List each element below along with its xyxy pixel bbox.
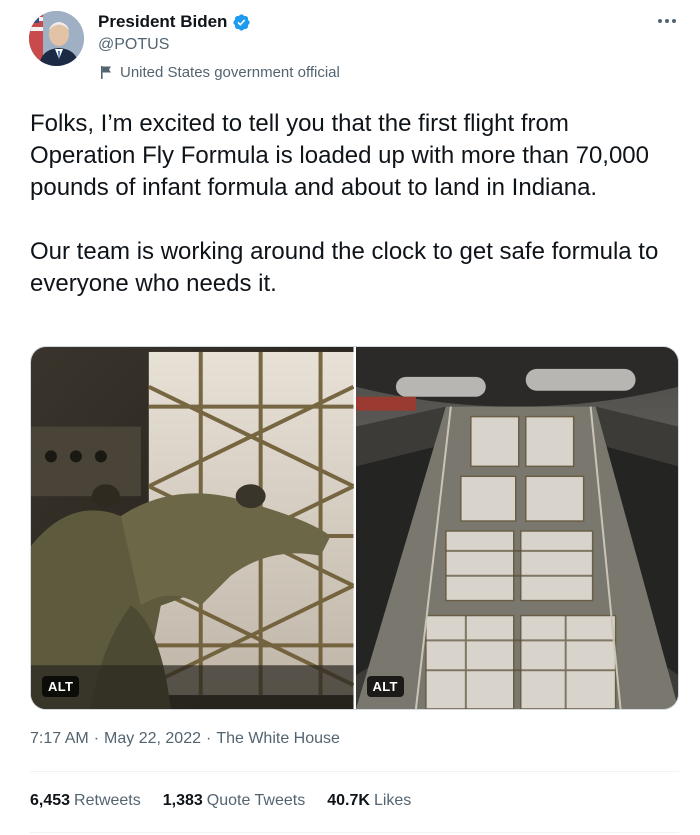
photo-image	[355, 347, 678, 709]
display-name[interactable]: President Biden	[98, 12, 227, 32]
photo-image	[31, 347, 354, 709]
tweet-date[interactable]: May 22, 2022	[104, 730, 201, 748]
photo-soldiers-loading[interactable]: ALT	[31, 347, 354, 709]
divider	[30, 771, 679, 772]
likes-label: Likes	[373, 792, 412, 809]
more-options-icon[interactable]	[655, 14, 679, 28]
media-grid: ALT ALT	[30, 346, 679, 710]
tweet-time[interactable]: 7:17 AM	[30, 730, 89, 748]
likes-stat[interactable]: 40.7K Likes	[327, 792, 411, 810]
government-label: United States government official	[100, 64, 340, 81]
likes-count: 40.7K	[327, 792, 370, 809]
quote-tweets-count: 1,383	[162, 792, 203, 809]
photo-cargo-hold[interactable]: ALT	[355, 347, 678, 709]
retweets-count: 6,453	[30, 792, 71, 809]
tweet-paragraph: Our team is working around the clock to …	[30, 238, 659, 297]
author-handle[interactable]: @POTUS	[98, 36, 169, 54]
alt-text-badge[interactable]: ALT	[42, 676, 80, 697]
avatar-photo	[29, 11, 84, 66]
flag-icon	[101, 66, 111, 79]
tweet-paragraph: Folks, I’m excited to tell you that the …	[30, 110, 649, 201]
avatar[interactable]	[29, 11, 84, 66]
tweet-card: President Biden @POTUS United States gov…	[0, 0, 700, 835]
separator-dot: ·	[205, 730, 212, 747]
separator-dot: ·	[93, 730, 100, 747]
tweet-timestamp-row: 7:17 AM · May 22, 2022 · The White House	[30, 730, 340, 748]
quote-tweets-label: Quote Tweets	[206, 792, 306, 809]
quote-tweets-stat[interactable]: 1,383 Quote Tweets	[163, 792, 305, 810]
engagement-stats: 6,453 Retweets 1,383 Quote Tweets 40.7K …	[30, 792, 411, 810]
retweets-stat[interactable]: 6,453 Retweets	[30, 792, 141, 810]
verified-badge-icon	[233, 13, 251, 31]
alt-text-badge[interactable]: ALT	[366, 676, 404, 697]
tweet-text: Folks, I’m excited to tell you that the …	[30, 108, 670, 300]
divider	[30, 832, 679, 833]
retweets-label: Retweets	[74, 792, 141, 809]
government-label-text: United States government official	[120, 64, 340, 81]
author-name-row: President Biden	[98, 12, 251, 32]
tweet-source[interactable]: The White House	[216, 730, 340, 748]
